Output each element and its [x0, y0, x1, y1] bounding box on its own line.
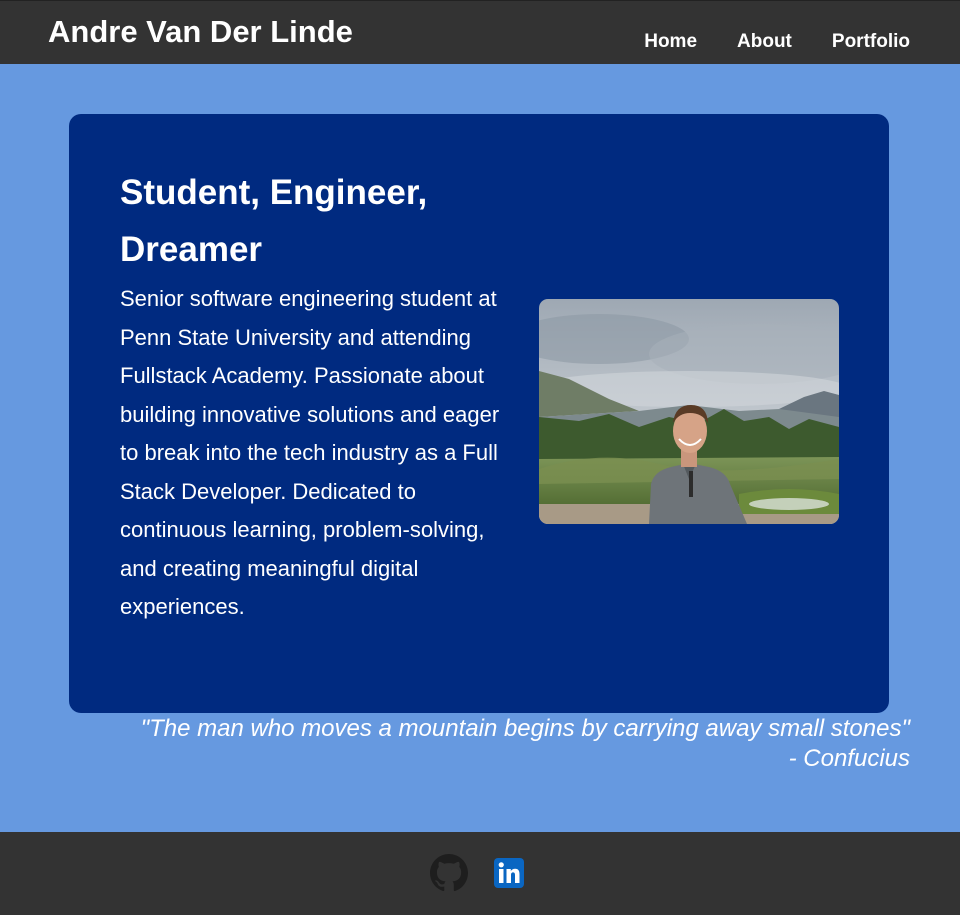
social-links — [430, 854, 524, 897]
profile-photo-image — [539, 299, 839, 524]
linkedin-link[interactable] — [494, 858, 524, 893]
footer — [0, 832, 960, 915]
quote-author: - Confucius — [788, 745, 910, 772]
profile-photo — [539, 299, 839, 524]
hero-bio: Senior software engineering student at P… — [120, 286, 500, 619]
linkedin-icon — [494, 858, 524, 888]
quote-text: "The man who moves a mountain begins by … — [140, 715, 910, 742]
nav-about-link[interactable]: About — [737, 31, 792, 53]
top-navigation-bar: Andre Van Der Linde Home About Portfolio — [0, 0, 960, 64]
github-link[interactable] — [430, 854, 468, 897]
main-nav: Home About Portfolio — [644, 31, 910, 53]
hero-headline: Student, Engineer, Dreamer — [120, 173, 428, 269]
site-title[interactable]: Andre Van Der Linde — [48, 14, 353, 50]
quote-block: "The man who moves a mountain begins by … — [141, 714, 910, 774]
nav-portfolio-link[interactable]: Portfolio — [832, 31, 910, 53]
github-icon — [430, 854, 468, 892]
about-card: Student, Engineer, Dreamer Senior softwa… — [69, 114, 889, 713]
nav-home-link[interactable]: Home — [644, 31, 697, 53]
